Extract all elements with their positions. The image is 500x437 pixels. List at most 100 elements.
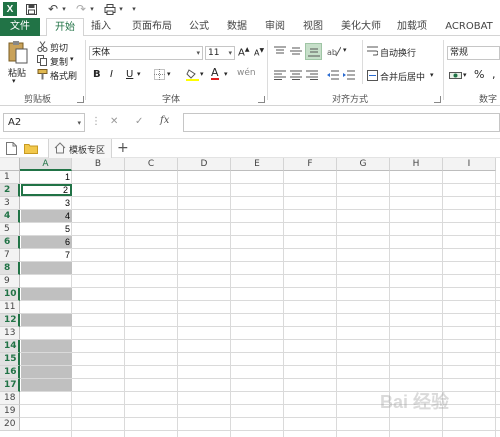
- row-header-20[interactable]: 20: [0, 418, 20, 431]
- shrink-font-button[interactable]: A▼: [254, 47, 264, 58]
- align-top-icon[interactable]: [273, 44, 287, 58]
- row-header-12[interactable]: 12: [0, 314, 20, 327]
- cell-a20[interactable]: [21, 418, 72, 430]
- tab-insert[interactable]: 插入: [86, 18, 116, 36]
- row-header-5[interactable]: 5: [0, 223, 20, 236]
- tab-acrobat[interactable]: ACROBAT: [440, 18, 498, 36]
- redo-icon[interactable]: ↷: [74, 2, 88, 16]
- row-header-15[interactable]: 15: [0, 353, 20, 366]
- open-folder-icon[interactable]: [24, 143, 38, 154]
- font-color-button[interactable]: A: [211, 67, 219, 80]
- column-header-g[interactable]: G: [337, 158, 390, 171]
- insert-function-icon[interactable]: fx: [160, 115, 169, 126]
- row-header-1[interactable]: 1: [0, 171, 20, 184]
- column-header-h[interactable]: H: [390, 158, 443, 171]
- row-header-19[interactable]: 19: [0, 405, 20, 418]
- number-format-select[interactable]: 常规: [447, 46, 500, 60]
- column-header-c[interactable]: C: [125, 158, 178, 171]
- row-header-2[interactable]: 2: [0, 184, 20, 197]
- align-right-icon[interactable]: [305, 68, 319, 82]
- cell-a2[interactable]: 2: [21, 184, 72, 196]
- cell-a5[interactable]: 5: [21, 223, 72, 235]
- print-preview-icon[interactable]: [103, 2, 117, 16]
- column-header-b[interactable]: B: [72, 158, 125, 171]
- undo-dropdown-icon[interactable]: ▾: [60, 2, 68, 16]
- tab-file[interactable]: 文件: [0, 18, 40, 36]
- tab-beautify-master[interactable]: 美化大师: [336, 18, 386, 36]
- row-header-7[interactable]: 7: [0, 249, 20, 262]
- paste-dropdown-icon[interactable]: ▾: [12, 77, 16, 85]
- formula-input[interactable]: [183, 113, 500, 132]
- font-name-select[interactable]: 宋体 ▾: [89, 46, 203, 60]
- merge-center-icon[interactable]: [366, 69, 378, 81]
- column-header-e[interactable]: E: [231, 158, 284, 171]
- select-all-corner[interactable]: [0, 158, 20, 171]
- row-header-11[interactable]: 11: [0, 301, 20, 314]
- font-launcher-icon[interactable]: [258, 96, 265, 103]
- cell-a8[interactable]: [21, 262, 72, 274]
- save-icon[interactable]: [24, 2, 38, 16]
- tab-template-zone[interactable]: 模板专区: [48, 139, 112, 158]
- copy-icon[interactable]: [36, 54, 48, 66]
- clipboard-launcher-icon[interactable]: [77, 96, 84, 103]
- enter-icon[interactable]: ✓: [135, 116, 143, 127]
- phonetic-button[interactable]: wén: [237, 68, 256, 78]
- tab-page-layout[interactable]: 页面布局: [126, 18, 178, 36]
- paste-icon[interactable]: [6, 40, 30, 64]
- tab-add-ins[interactable]: 加载项: [392, 18, 432, 36]
- font-size-select[interactable]: 11 ▾: [205, 46, 235, 60]
- orientation-dropdown-icon[interactable]: ▾: [343, 46, 347, 54]
- new-file-icon[interactable]: [6, 142, 18, 155]
- tab-view[interactable]: 视图: [298, 18, 328, 36]
- cell-a10[interactable]: [21, 288, 72, 300]
- row-header-8[interactable]: 8: [0, 262, 20, 275]
- row-header-3[interactable]: 3: [0, 197, 20, 210]
- column-header-a[interactable]: A: [20, 158, 72, 171]
- cell-a19[interactable]: [21, 405, 72, 417]
- tab-review[interactable]: 审阅: [260, 18, 290, 36]
- merge-dropdown-icon[interactable]: ▾: [430, 71, 434, 79]
- row-header-4[interactable]: 4: [0, 210, 20, 223]
- borders-dropdown-icon[interactable]: ▾: [167, 70, 171, 78]
- row-header-6[interactable]: 6: [0, 236, 20, 249]
- currency-icon[interactable]: [448, 68, 462, 82]
- align-left-icon[interactable]: [273, 68, 287, 82]
- print-dropdown-icon[interactable]: ▾: [117, 2, 125, 16]
- cell-a6[interactable]: 6: [21, 236, 72, 248]
- cell-a16[interactable]: [21, 366, 72, 378]
- percent-button[interactable]: %: [474, 68, 484, 81]
- underline-dropdown-icon[interactable]: ▾: [137, 70, 141, 78]
- bold-button[interactable]: B: [93, 69, 101, 80]
- copy-dropdown-icon[interactable]: ▾: [70, 55, 74, 63]
- cell-a14[interactable]: [21, 340, 72, 352]
- row-header-14[interactable]: 14: [0, 340, 20, 353]
- column-header-d[interactable]: D: [178, 158, 231, 171]
- row-header-17[interactable]: 17: [0, 379, 20, 392]
- cell-a17[interactable]: [21, 379, 72, 391]
- add-tab-button[interactable]: +: [117, 140, 129, 156]
- underline-button[interactable]: U: [126, 69, 133, 80]
- column-header-f[interactable]: F: [284, 158, 337, 171]
- column-header-i[interactable]: I: [443, 158, 496, 171]
- cell-a4[interactable]: 4: [21, 210, 72, 222]
- tab-formulas[interactable]: 公式: [184, 18, 214, 36]
- paste-label[interactable]: 粘贴: [8, 66, 26, 79]
- align-bottom-icon[interactable]: [305, 43, 322, 60]
- cell-a11[interactable]: [21, 301, 72, 313]
- merge-center-button[interactable]: 合并后居中: [380, 70, 425, 83]
- cell-a18[interactable]: [21, 392, 72, 404]
- wrap-text-icon[interactable]: [366, 45, 378, 57]
- fill-color-icon[interactable]: [185, 67, 199, 81]
- row-header-16[interactable]: 16: [0, 366, 20, 379]
- alignment-launcher-icon[interactable]: [434, 96, 441, 103]
- row-header-9[interactable]: 9: [0, 275, 20, 288]
- customize-toolbar-icon[interactable]: ▾: [130, 2, 138, 16]
- wrap-text-button[interactable]: 自动换行: [380, 46, 416, 59]
- copy-button[interactable]: 复制: [50, 55, 68, 68]
- align-middle-icon[interactable]: [289, 44, 303, 58]
- orientation-icon[interactable]: ab: [326, 44, 342, 58]
- fill-color-dropdown-icon[interactable]: ▾: [200, 70, 204, 78]
- cell-a7[interactable]: 7: [21, 249, 72, 261]
- cell-a1[interactable]: 1: [21, 171, 72, 183]
- decrease-indent-icon[interactable]: [326, 68, 340, 82]
